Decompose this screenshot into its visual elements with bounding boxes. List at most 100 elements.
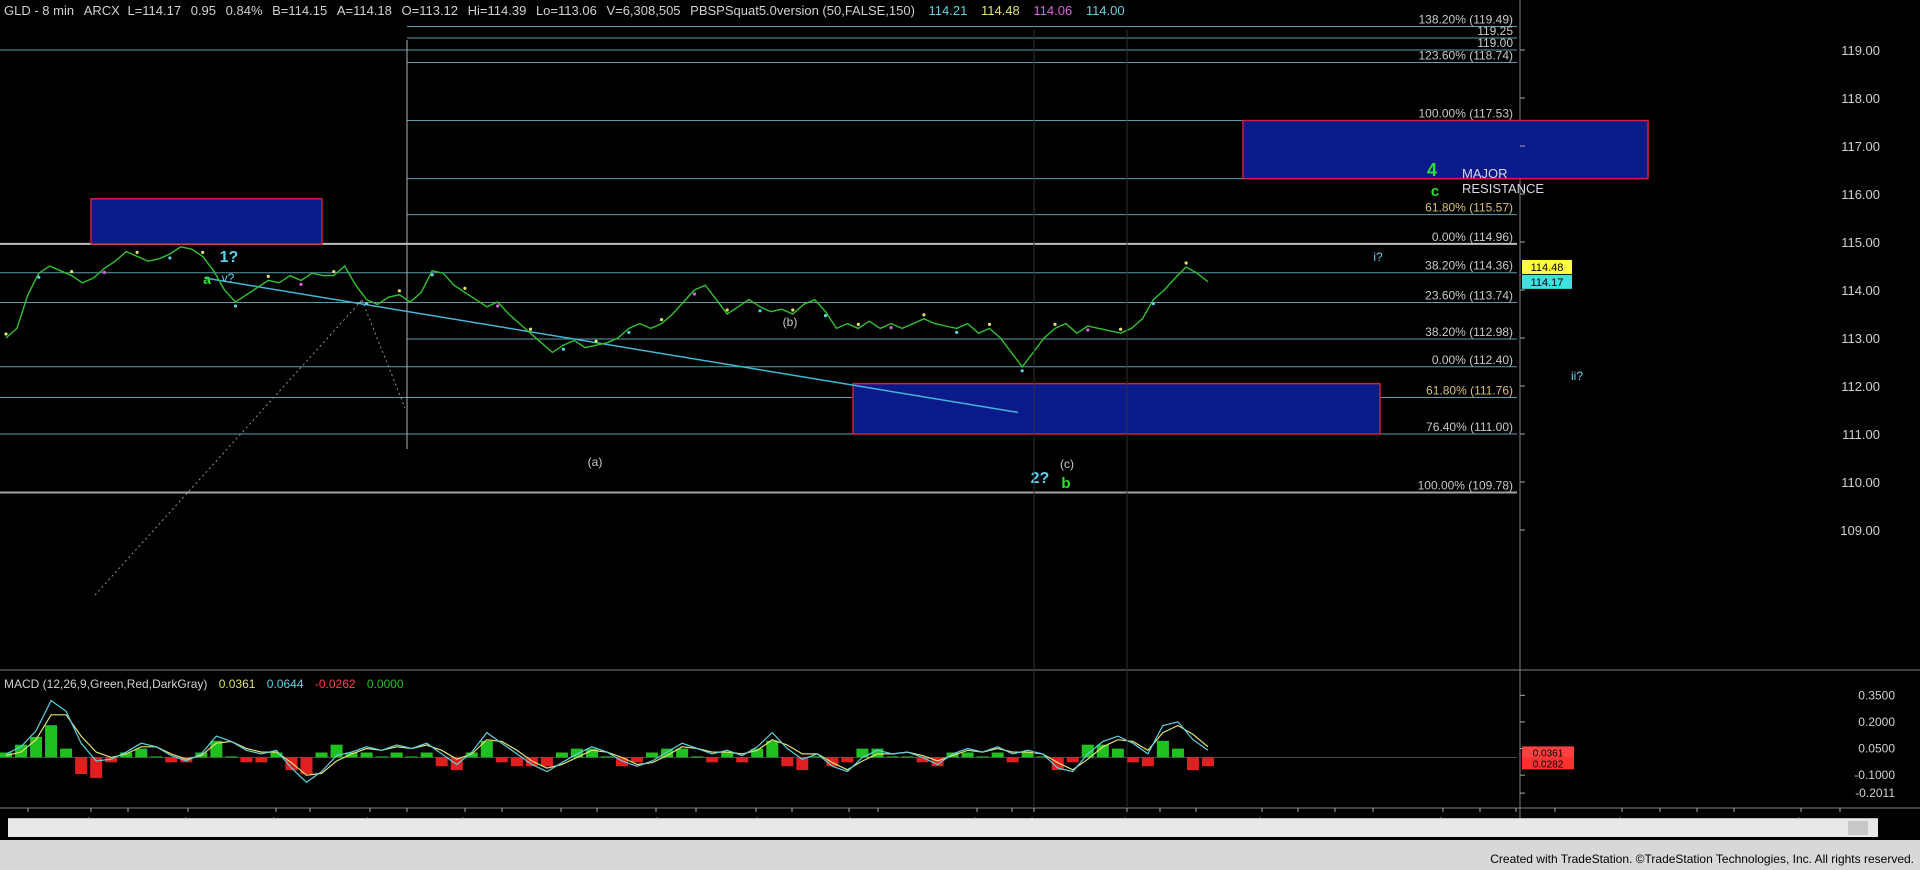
indicator-dot <box>168 256 172 260</box>
macd-tick-label: 0.0500 <box>1858 742 1895 756</box>
indicator-dot <box>1151 302 1155 306</box>
macd-histogram-bar <box>1111 748 1124 758</box>
price-tick-label: 114.00 <box>1841 283 1880 298</box>
macd-histogram-bar <box>390 752 403 758</box>
macd-histogram-bar <box>976 756 989 758</box>
price-tick-label: 111.00 <box>1842 427 1880 442</box>
fib-level-label: 23.60% (113.74) <box>1425 288 1513 302</box>
wave-label: 1? <box>220 249 239 266</box>
indicator-dot <box>299 282 303 286</box>
chart-canvas: 138.20% (119.49)119.25119.00123.60% (118… <box>0 0 1920 870</box>
macd-histogram-bar <box>1156 740 1169 758</box>
wave-label: i? <box>1373 250 1383 264</box>
macd-histogram-bar <box>510 757 523 767</box>
indicator-dot <box>496 304 500 308</box>
indicator-value-2: 114.48 <box>980 3 1020 18</box>
indicator-dot <box>4 332 8 336</box>
indicator-dot <box>922 313 926 317</box>
fib-level-label: 38.20% (112.98) <box>1425 325 1513 339</box>
indicator-dot <box>791 308 795 312</box>
macd-histogram-bar <box>706 757 719 763</box>
wave-label: ii? <box>1571 369 1583 383</box>
indicator-dot <box>594 339 598 343</box>
indicator-dot <box>332 270 336 274</box>
resistance-label-line2: RESISTANCE <box>1462 181 1544 196</box>
indicator-dot <box>37 275 41 279</box>
indicator-dot <box>135 250 139 254</box>
change-value: 0.95 <box>190 3 217 18</box>
wave-label: (b) <box>783 315 798 329</box>
resistance-label-line1: MAJOR <box>1462 166 1508 181</box>
macd-histogram-bar <box>555 752 568 758</box>
macd-histogram-bar <box>1006 757 1019 763</box>
indicator-dot <box>889 326 893 330</box>
indicator-dot <box>1053 322 1057 326</box>
price-tick-label: 113.00 <box>1841 331 1880 346</box>
macd-histogram-bar <box>60 748 73 758</box>
indicator-dot <box>70 270 74 274</box>
indicator-dot <box>627 330 631 334</box>
open-value: O=113.12 <box>401 3 459 18</box>
indicator-dot <box>463 286 467 290</box>
wave-label: (c) <box>1060 457 1074 471</box>
macd-histogram-bar <box>646 752 659 758</box>
footer-credit: Created with TradeStation. ©TradeStation… <box>1490 852 1914 866</box>
indicator-dot <box>430 273 434 277</box>
wave-label: b <box>1061 475 1070 492</box>
wave-label: c <box>1431 183 1439 200</box>
exchange-label: ARCX <box>83 3 120 18</box>
high-value: Hi=114.39 <box>467 3 527 18</box>
price-tick-label: 115.00 <box>1841 235 1880 250</box>
macd-histogram-bar <box>420 752 433 758</box>
indicator-dot <box>955 330 959 334</box>
indicator-label: PBSPSquat5.0version (50,FALSE,150) <box>690 3 915 18</box>
indicator-dot <box>1086 328 1090 332</box>
wave-label: 4 <box>1427 160 1437 180</box>
macd-value-2: 0.0644 <box>266 677 304 691</box>
macd-histogram-bar <box>961 752 974 758</box>
macd-histogram-bar <box>495 757 508 763</box>
last-value: L=114.17 <box>127 3 182 18</box>
volume-value: V=6,308,505 <box>606 3 681 18</box>
symbol-label: GLD - 8 min <box>4 3 75 18</box>
macd-histogram-bar <box>1126 757 1139 763</box>
macd-histogram-bar <box>691 756 704 758</box>
indicator-dot <box>561 347 565 351</box>
macd-histogram-bar <box>1186 757 1199 771</box>
wave-label: 2? <box>1031 470 1050 487</box>
indicator-dot <box>528 327 533 331</box>
fib-level-label: 76.40% (111.00) <box>1426 420 1513 434</box>
horizontal-scrollbar[interactable] <box>8 818 1878 837</box>
indicator-dot <box>1119 327 1123 331</box>
macd-histogram-bar <box>841 757 854 763</box>
price-tick-label: 117.00 <box>1841 139 1880 154</box>
indicator-dot <box>823 314 828 318</box>
price-tick-label: 112.00 <box>1841 379 1880 394</box>
macd-histogram-bar <box>150 756 163 758</box>
indicator-value-1: 114.21 <box>928 3 968 18</box>
macd-histogram-bar <box>315 752 328 758</box>
macd-histogram-bar <box>1171 748 1184 758</box>
macd-histogram-bar <box>405 756 418 758</box>
macd-histogram-bar <box>435 757 448 767</box>
macd-histogram-bar <box>240 757 253 763</box>
macd-histogram-bar <box>225 756 238 758</box>
macd-histogram-bar <box>736 757 749 763</box>
indicator-dot <box>692 292 697 296</box>
scrollbar-thumb[interactable] <box>1848 821 1868 835</box>
indicator-dot <box>365 302 369 306</box>
macd-tick-label: -0.2011 <box>1855 786 1895 800</box>
macd-histogram-bar <box>631 757 644 763</box>
macd-histogram-bar <box>1141 757 1154 767</box>
last-price-tag-text: 114.17 <box>1531 277 1564 289</box>
wave-label: a <box>203 271 211 287</box>
macd-histogram-bar <box>375 756 388 758</box>
macd-histogram-bar <box>255 757 268 763</box>
wave-label: v? <box>222 271 235 285</box>
fib-level-label: 0.00% (114.96) <box>1432 230 1513 244</box>
fib-level-label: 61.80% (115.57) <box>1425 201 1513 215</box>
indicator-value-4: 114.00 <box>1085 3 1125 18</box>
low-value: Lo=113.06 <box>535 3 597 18</box>
support-box <box>852 382 1381 435</box>
fib-level-label: 0.00% (112.40) <box>1432 353 1513 367</box>
